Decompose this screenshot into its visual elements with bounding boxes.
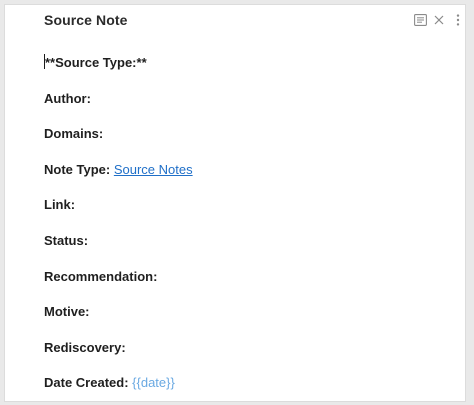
- status-line[interactable]: Status:: [44, 231, 445, 267]
- source-type-label: **Source Type:**: [45, 55, 147, 70]
- rediscovery-line[interactable]: Rediscovery:: [44, 338, 445, 374]
- pane-title: Source Note: [44, 12, 128, 28]
- scrollbar-track[interactable]: [466, 4, 474, 402]
- date-created-label: Date Created:: [44, 375, 129, 391]
- link-label: Link:: [44, 197, 76, 213]
- motive-label: Motive:: [44, 304, 90, 320]
- pane-header: Source Note: [5, 5, 465, 35]
- editor-pane: Source Note **Source Type:** Author: Dom…: [4, 4, 466, 402]
- date-template-variable[interactable]: {{date}}: [132, 375, 175, 390]
- note-type-line[interactable]: Note Type: Source Notes: [44, 160, 445, 196]
- note-body[interactable]: **Source Type:** Author: Domains: Note T…: [44, 53, 445, 401]
- more-options-icon[interactable]: [451, 13, 465, 27]
- author-line[interactable]: Author:: [44, 89, 445, 125]
- link-line[interactable]: Link:: [44, 195, 445, 231]
- status-label: Status:: [44, 232, 89, 248]
- domains-label: Domains:: [44, 126, 104, 142]
- author-label: Author:: [44, 90, 91, 106]
- rediscovery-label: Rediscovery:: [44, 339, 126, 355]
- recommendation-line[interactable]: Recommendation:: [44, 267, 445, 303]
- reading-view-icon[interactable]: [413, 13, 427, 27]
- motive-line[interactable]: Motive:: [44, 302, 445, 338]
- note-type-label: Note Type:: [44, 161, 111, 177]
- date-created-line[interactable]: Date Created: {{date}}: [44, 373, 445, 401]
- close-icon[interactable]: [432, 13, 446, 27]
- domains-line[interactable]: Domains:: [44, 124, 445, 160]
- source-notes-link[interactable]: Source Notes: [114, 162, 193, 177]
- recommendation-label: Recommendation:: [44, 268, 158, 284]
- source-type-line[interactable]: **Source Type:**: [44, 53, 445, 89]
